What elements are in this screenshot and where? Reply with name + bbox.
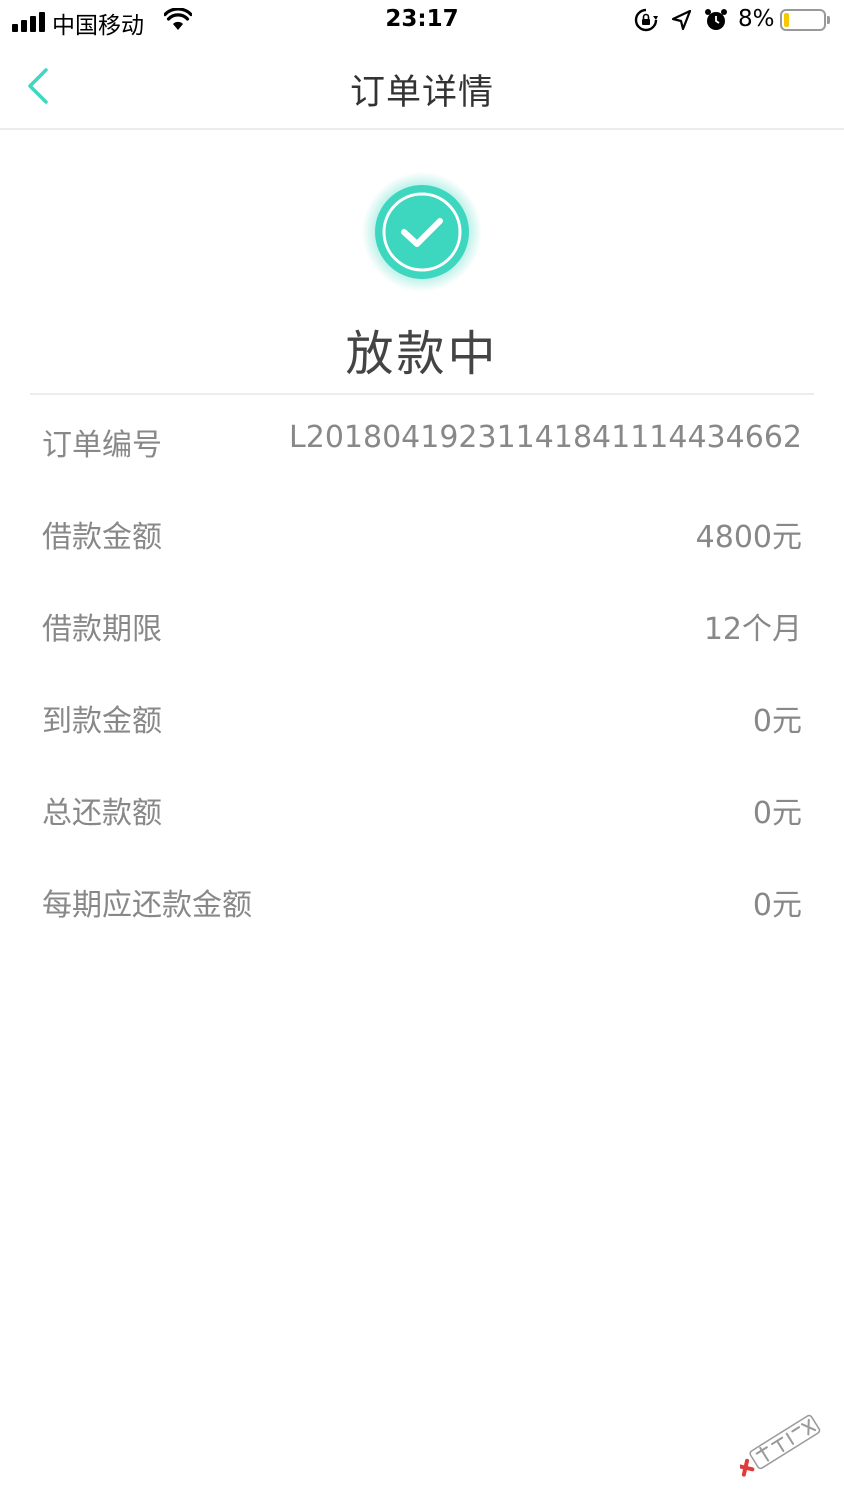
nav-bar: 订单详情 (0, 42, 844, 130)
watermark-logo (740, 1414, 821, 1477)
page-title: 订单详情 (349, 73, 494, 113)
loan-status-text: 放款中 (345, 326, 499, 382)
divider (30, 393, 814, 395)
loan-amount-value: 4800元 (695, 520, 802, 555)
rotation-lock-icon (634, 8, 658, 32)
total-repayment-label: 总还款额 (42, 796, 162, 831)
loan-amount-row: 借款金额 4800元 (0, 488, 844, 580)
order-details-list: 订单编号 L20180419231141841114434662 借款金额 48… (0, 396, 844, 948)
loan-term-value: 12个月 (703, 612, 802, 647)
battery-icon (780, 9, 826, 31)
total-repayment-row: 总还款额 0元 (0, 764, 844, 856)
order-number-value: L20180419231141841114434662 (289, 420, 802, 455)
check-circle-icon (362, 172, 482, 292)
order-number-label: 订单编号 (42, 428, 162, 463)
loan-term-row: 借款期限 12个月 (0, 580, 844, 672)
alarm-clock-icon (705, 9, 727, 30)
total-repayment-value: 0元 (752, 796, 802, 831)
battery-percent: 8% (738, 6, 775, 32)
status-bar: 中国移动 23:17 8% (0, 0, 844, 42)
loan-amount-label: 借款金额 (42, 520, 162, 555)
installment-amount-value: 0元 (752, 888, 802, 923)
location-arrow-icon (671, 9, 692, 31)
received-amount-label: 到款金额 (42, 704, 162, 739)
received-amount-value: 0元 (752, 704, 802, 739)
installment-amount-label: 每期应还款金额 (42, 888, 252, 923)
received-amount-row: 到款金额 0元 (0, 672, 844, 764)
loan-term-label: 借款期限 (42, 612, 162, 647)
order-number-row: 订单编号 L20180419231141841114434662 (0, 396, 844, 488)
battery-nub (827, 16, 830, 24)
installment-amount-row: 每期应还款金额 0元 (0, 856, 844, 948)
